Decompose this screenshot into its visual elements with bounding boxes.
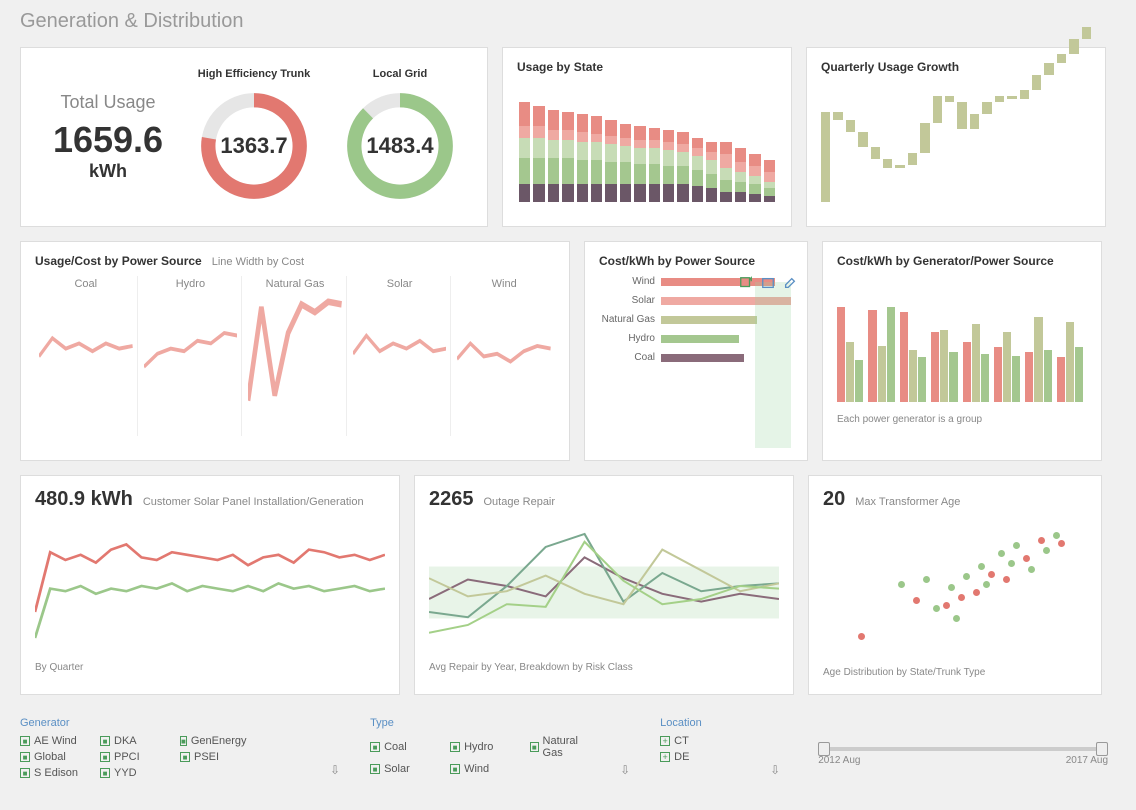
- filter-item[interactable]: ■Coal: [370, 735, 430, 759]
- reference-band: [755, 282, 791, 448]
- cost-kwh-title: Cost/kWh by Power Source: [599, 254, 793, 268]
- outage-chart: [429, 521, 779, 651]
- trunk-value: 1363.7: [220, 133, 287, 159]
- total-usage-unit: kWh: [35, 161, 181, 182]
- total-usage-label: Total Usage: [35, 92, 181, 113]
- filter-item[interactable]: ■Global: [20, 751, 80, 763]
- usage-cost-card[interactable]: Usage/Cost by Power SourceLine Width by …: [20, 241, 570, 461]
- filter-item[interactable]: ■DKA: [100, 735, 160, 747]
- cost-gen-chart: [837, 276, 1087, 406]
- grid-gauge: Local Grid 1483.4: [327, 68, 473, 206]
- transformer-value: 20: [823, 488, 845, 511]
- usage-by-state-card[interactable]: Usage by State: [502, 47, 792, 227]
- grid-value: 1483.4: [366, 133, 433, 159]
- outage-card[interactable]: 2265 Outage Repair Avg Repair by Year, Br…: [414, 475, 794, 695]
- filter-item[interactable]: ■Solar: [370, 763, 430, 775]
- filter-item[interactable]: ■S Edison: [20, 767, 80, 779]
- filter-item[interactable]: ■Hydro: [450, 735, 510, 759]
- filter-type: Type ■Coal■Hydro■Natural Gas■Solar■Wind: [370, 717, 590, 779]
- filter-item[interactable]: +DE: [660, 751, 720, 763]
- solar-footer: By Quarter: [35, 662, 385, 673]
- total-usage-block: Total Usage 1659.6 kWh: [35, 92, 181, 182]
- usage-by-state-title: Usage by State: [517, 60, 777, 74]
- transformer-label: Max Transformer Age: [855, 496, 960, 508]
- trunk-gauge: High Efficiency Trunk 1363.7: [181, 68, 327, 206]
- filter-item[interactable]: ■YYD: [100, 767, 160, 779]
- totals-card: Total Usage 1659.6 kWh High Efficiency T…: [20, 47, 488, 227]
- filter-generator: Generator ■AE Wind■DKA■GenEnergy■Global■…: [20, 717, 300, 779]
- cost-kwh-card[interactable]: Cost/kWh by Power Source WindSolarNatura…: [584, 241, 808, 461]
- filter-item[interactable]: +CT: [660, 735, 720, 747]
- page-title: Generation & Distribution: [20, 10, 1116, 33]
- filter-item[interactable]: ■Wind: [450, 763, 510, 775]
- filter-bar: Generator ■AE Wind■DKA■GenEnergy■Global■…: [20, 709, 1116, 787]
- usage-cost-title: Usage/Cost by Power SourceLine Width by …: [35, 254, 555, 268]
- trunk-label: High Efficiency Trunk: [181, 68, 327, 80]
- cost-gen-title: Cost/kWh by Generator/Power Source: [837, 254, 1087, 268]
- filter-item[interactable]: ■PSEI: [180, 751, 240, 763]
- filter-item[interactable]: ■AE Wind: [20, 735, 80, 747]
- outage-footer: Avg Repair by Year, Breakdown by Risk Cl…: [429, 662, 779, 673]
- transformer-card[interactable]: 20 Max Transformer Age Age Distribution b…: [808, 475, 1102, 695]
- filter-item[interactable]: ■Natural Gas: [530, 735, 590, 759]
- outage-label: Outage Repair: [484, 496, 556, 508]
- usage-by-state-chart: [517, 82, 777, 202]
- filter-item[interactable]: ■GenEnergy: [180, 735, 240, 747]
- solar-card[interactable]: 480.9 kWh Customer Solar Panel Installati…: [20, 475, 400, 695]
- total-usage-value: 1659.6: [35, 119, 181, 161]
- export-icon[interactable]: [739, 276, 753, 290]
- edit-icon[interactable]: [783, 276, 797, 290]
- cost-gen-card[interactable]: Cost/kWh by Generator/Power Source Each …: [822, 241, 1102, 461]
- cost-gen-note: Each power generator is a group: [837, 414, 1087, 425]
- expand-icon[interactable]: ⇩: [770, 763, 780, 779]
- solar-value: 480.9 kWh: [35, 488, 133, 511]
- quarterly-growth-chart: [821, 82, 1091, 202]
- quarterly-growth-card[interactable]: Quarterly Usage Growth: [806, 47, 1106, 227]
- transformer-chart: [823, 521, 1087, 661]
- usage-cost-facets: CoalHydroNatural GasSolarWind: [35, 276, 555, 436]
- maximize-icon[interactable]: [761, 276, 775, 290]
- filter-item[interactable]: ■PPCI: [100, 751, 160, 763]
- outage-value: 2265: [429, 488, 474, 511]
- expand-icon[interactable]: ⇩: [620, 763, 630, 779]
- filter-location: Location +CT+DE: [660, 717, 740, 779]
- expand-icon[interactable]: ⇩: [330, 763, 340, 779]
- solar-label: Customer Solar Panel Installation/Genera…: [143, 496, 364, 508]
- grid-label: Local Grid: [327, 68, 473, 80]
- transformer-footer: Age Distribution by State/Trunk Type: [823, 667, 1087, 678]
- date-range-slider[interactable]: 2012 Aug2017 Aug: [810, 717, 1116, 779]
- solar-chart: [35, 521, 385, 651]
